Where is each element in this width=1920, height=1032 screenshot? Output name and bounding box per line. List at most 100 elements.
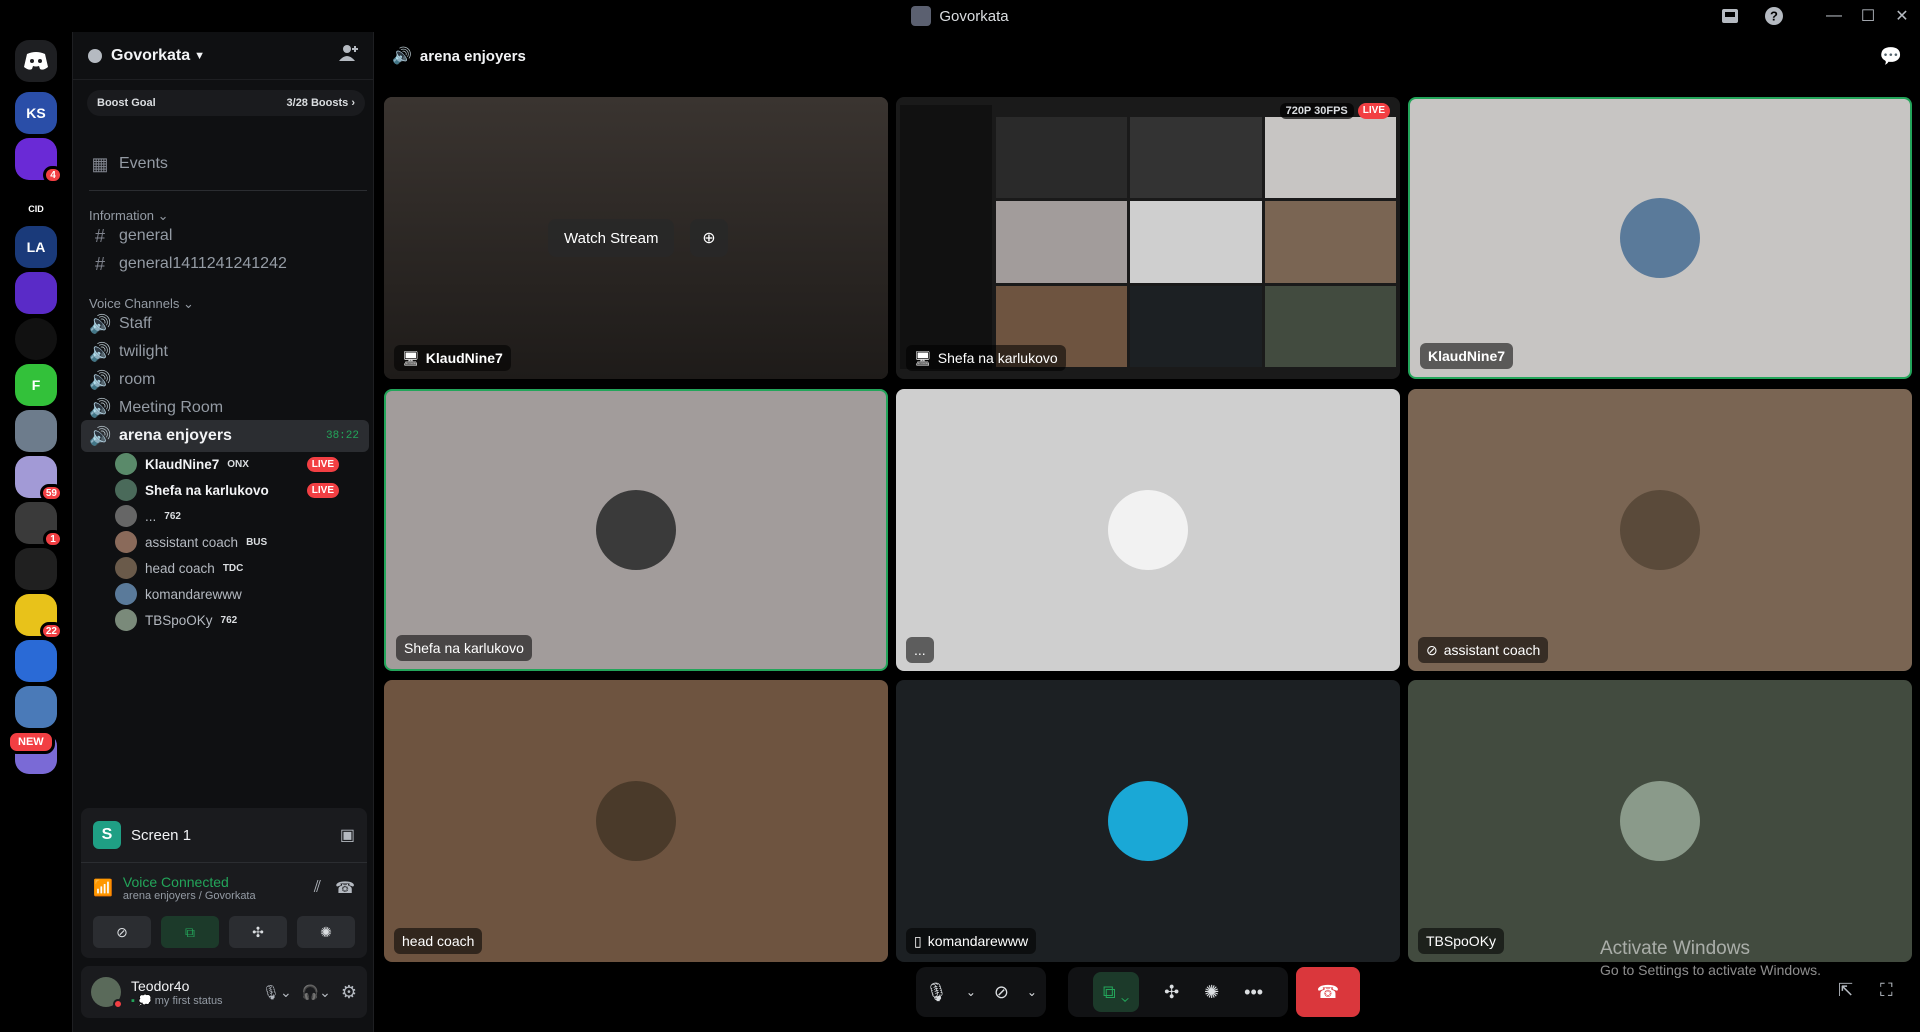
- voice-user-item[interactable]: assistant coach BUS: [115, 529, 369, 555]
- server-icon[interactable]: CID: [15, 188, 57, 230]
- server-label: F: [31, 377, 41, 393]
- voice-user-name: ...: [145, 508, 157, 524]
- video-tile[interactable]: ⊘ assistant coach: [1408, 389, 1912, 671]
- popout-stream-icon[interactable]: ⊕: [690, 219, 728, 257]
- events-item[interactable]: ▦ Events: [81, 148, 369, 180]
- participant-name: TBSpoOKy: [1426, 933, 1497, 949]
- voice-user-item[interactable]: Shefa na karlukovo LIVE: [115, 477, 369, 503]
- chevron-down-icon[interactable]: ⌄: [966, 972, 976, 1012]
- divider: [89, 190, 367, 191]
- microphone-icon[interactable]: 🎙⌄: [262, 984, 292, 1001]
- notification-badge: 22: [39, 622, 63, 640]
- chevron-down-icon[interactable]: ⌄: [1027, 972, 1037, 1012]
- stream-quality-badge: 720P 30FPS: [1279, 103, 1354, 119]
- activities-icon[interactable]: ✣: [1164, 972, 1179, 1012]
- chat-icon[interactable]: 💬: [1880, 46, 1902, 67]
- channel-label: room: [119, 371, 156, 388]
- screen-share-button[interactable]: ⧉: [161, 916, 219, 948]
- voice-user-item[interactable]: TBSpoOKy 762: [115, 607, 369, 633]
- video-tile[interactable]: 720P 30FPS LIVE 🖥 Shefa na karlukovo: [896, 97, 1400, 379]
- avatar[interactable]: [91, 977, 123, 1009]
- guild-header[interactable]: Govorkata ▼: [73, 32, 373, 80]
- channel-sidebar: Govorkata ▼ Boost Goal 3/28 Boosts › ▦ E…: [72, 32, 374, 1032]
- voice-user-item[interactable]: komandarewww: [115, 581, 369, 607]
- watch-stream-button[interactable]: Watch Stream: [548, 219, 675, 257]
- fullscreen-icon[interactable]: ⛶: [1880, 980, 1893, 1001]
- video-tile[interactable]: TBSpoOKy: [1408, 680, 1912, 962]
- video-tile[interactable]: ...: [896, 389, 1400, 671]
- speaker-icon: 🔊: [392, 48, 412, 65]
- boost-goal-bar[interactable]: Boost Goal 3/28 Boosts ›: [87, 90, 365, 116]
- speaker-icon: 🔊: [89, 313, 112, 334]
- avatar: [115, 505, 137, 527]
- participant-name-label: 🖥 KlaudNine7: [394, 345, 511, 371]
- soundboard-button[interactable]: ✺: [297, 916, 355, 948]
- voice-user-name: TBSpoOKy: [145, 612, 213, 628]
- server-icon[interactable]: [15, 318, 57, 360]
- avatar: [115, 531, 137, 553]
- server-icon[interactable]: [15, 410, 57, 452]
- home-discord-icon[interactable]: [15, 40, 57, 82]
- camera-off-button[interactable]: ⊘: [93, 916, 151, 948]
- server-icon[interactable]: [15, 686, 57, 728]
- noise-suppression-icon[interactable]: ⫽: [314, 879, 321, 897]
- settings-gear-icon[interactable]: ⚙: [341, 982, 357, 1003]
- server-icon[interactable]: 1: [15, 502, 63, 548]
- video-tile[interactable]: Shefa na karlukovo: [384, 389, 888, 671]
- activate-windows-subtitle: Go to Settings to activate Windows.: [1600, 962, 1821, 978]
- server-icon[interactable]: [15, 640, 57, 682]
- screen-share-panel: S Screen 1 ▣: [81, 808, 367, 862]
- server-icon[interactable]: NEW: [7, 730, 57, 774]
- help-icon[interactable]: ?: [1760, 0, 1788, 32]
- soundboard-icon[interactable]: ✺: [1204, 972, 1219, 1012]
- server-icon[interactable]: 22: [15, 594, 63, 640]
- voice-channel-arena-enjoyers[interactable]: 🔊 arena enjoyers 38:22: [81, 420, 369, 452]
- participant-name: assistant coach: [1443, 642, 1541, 658]
- video-tile[interactable]: head coach: [384, 680, 888, 962]
- leave-call-button[interactable]: ☎: [1296, 967, 1360, 1017]
- avatar: [1620, 781, 1700, 861]
- server-icon[interactable]: [15, 548, 57, 590]
- activate-windows-watermark: Activate Windows Go to Settings to activ…: [1600, 938, 1821, 978]
- disconnect-icon[interactable]: ☎: [335, 878, 355, 898]
- voice-user-name: head coach: [145, 560, 215, 576]
- voice-user-item[interactable]: ... 762: [115, 503, 369, 529]
- close-icon[interactable]: ✕: [1888, 0, 1916, 32]
- video-tile[interactable]: Watch Stream ⊕ 🖥 KlaudNine7: [384, 97, 888, 379]
- server-icon[interactable]: KS: [15, 92, 57, 134]
- screen-share-icon[interactable]: ⧉ ⌄: [1092, 972, 1140, 1012]
- window-title: Govorkata: [939, 7, 1009, 25]
- headphones-icon[interactable]: 🎧⌄: [302, 984, 331, 1001]
- inbox-icon[interactable]: [1716, 0, 1744, 32]
- server-label: LA: [26, 239, 46, 255]
- voice-connected-label: Voice Connected: [122, 873, 229, 890]
- custom-status: my first status: [154, 994, 223, 1007]
- speaker-icon: 🔊: [89, 425, 112, 446]
- server-icon[interactable]: 4: [15, 138, 63, 184]
- speaker-icon: 🔊: [89, 397, 112, 418]
- voice-connected-panel: 📶 Voice Connected arena enjoyers / Govor…: [81, 862, 367, 912]
- minimize-icon[interactable]: —: [1820, 0, 1848, 32]
- video-tile[interactable]: ▯ komandarewww: [896, 680, 1400, 962]
- video-tile[interactable]: KlaudNine7: [1408, 97, 1912, 379]
- server-icon[interactable]: [15, 272, 57, 314]
- voice-connected-subtitle[interactable]: arena enjoyers / Govorkata: [123, 890, 256, 902]
- voice-user-item[interactable]: KlaudNine7 ONX LIVE: [115, 451, 369, 477]
- server-icon[interactable]: 59: [15, 456, 63, 502]
- discord-app: Govorkata ? — ☐ ✕ KS 4 CID LA F 59 1 22 NEW Govo…: [0, 0, 1920, 1032]
- maximize-icon[interactable]: ☐: [1854, 0, 1882, 32]
- microphone-icon[interactable]: 🎙: [925, 972, 948, 1012]
- more-options-icon[interactable]: •••: [1244, 972, 1263, 1012]
- camera-off-icon[interactable]: ⊘: [994, 972, 1009, 1012]
- user-info[interactable]: Teodor4o ▪ 💭 my first status: [131, 978, 223, 1007]
- speaker-icon: 🔊: [89, 341, 112, 362]
- voice-user-item[interactable]: head coach TDC: [115, 555, 369, 581]
- text-channel-item[interactable]: # general1411241241242: [81, 248, 369, 280]
- invite-people-icon[interactable]: [339, 44, 359, 67]
- popout-icon[interactable]: ⇱: [1838, 980, 1853, 1001]
- connection-signal-icon[interactable]: 📶: [93, 878, 113, 898]
- server-icon[interactable]: F: [15, 364, 57, 406]
- stop-stream-icon[interactable]: ▣: [340, 825, 355, 845]
- server-icon[interactable]: LA: [15, 226, 57, 268]
- activities-button[interactable]: ✣: [229, 916, 287, 948]
